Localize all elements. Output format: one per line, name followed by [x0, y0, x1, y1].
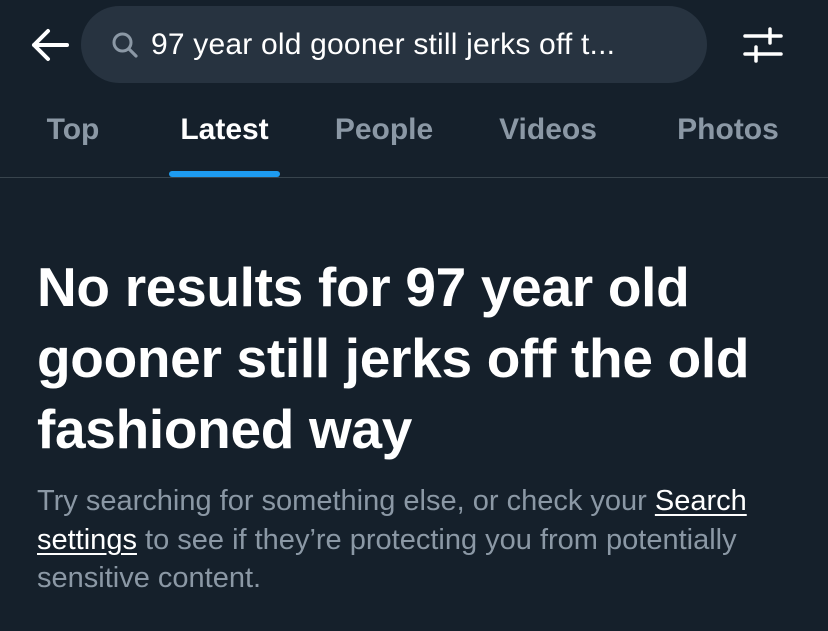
message-text: Try searching for something else, or che… [37, 485, 655, 517]
no-results-message: Try searching for something else, or che… [37, 482, 797, 598]
tab-label: People [334, 113, 434, 146]
tab-latest[interactable]: Latest [163, 95, 286, 177]
tab-label: Latest [180, 113, 269, 146]
search-query[interactable]: 97 year old gooner still jerks off t... [151, 28, 615, 62]
tab-photos[interactable]: Photos [660, 95, 796, 177]
search-tabs: Top Latest People Videos Photos [0, 95, 828, 178]
arrow-left-icon [32, 29, 69, 61]
tab-label: Top [46, 113, 100, 146]
search-input[interactable]: 97 year old gooner still jerks off t... [81, 6, 707, 83]
tab-people[interactable]: People [318, 95, 450, 177]
search-header: 97 year old gooner still jerks off t... [0, 0, 828, 95]
tab-label: Videos [499, 113, 597, 146]
no-results-headline: No results for 97 year old gooner still … [37, 256, 750, 460]
search-filters-button[interactable] [740, 24, 786, 66]
sliders-icon [743, 27, 783, 63]
tab-label: Photos [677, 113, 779, 146]
tab-videos[interactable]: Videos [482, 95, 614, 177]
active-tab-indicator [169, 171, 280, 177]
back-button[interactable] [26, 24, 72, 66]
magnifier-icon [111, 30, 141, 60]
tab-top[interactable]: Top [30, 95, 116, 177]
message-text: to see if they’re protecting you from po… [37, 523, 737, 595]
